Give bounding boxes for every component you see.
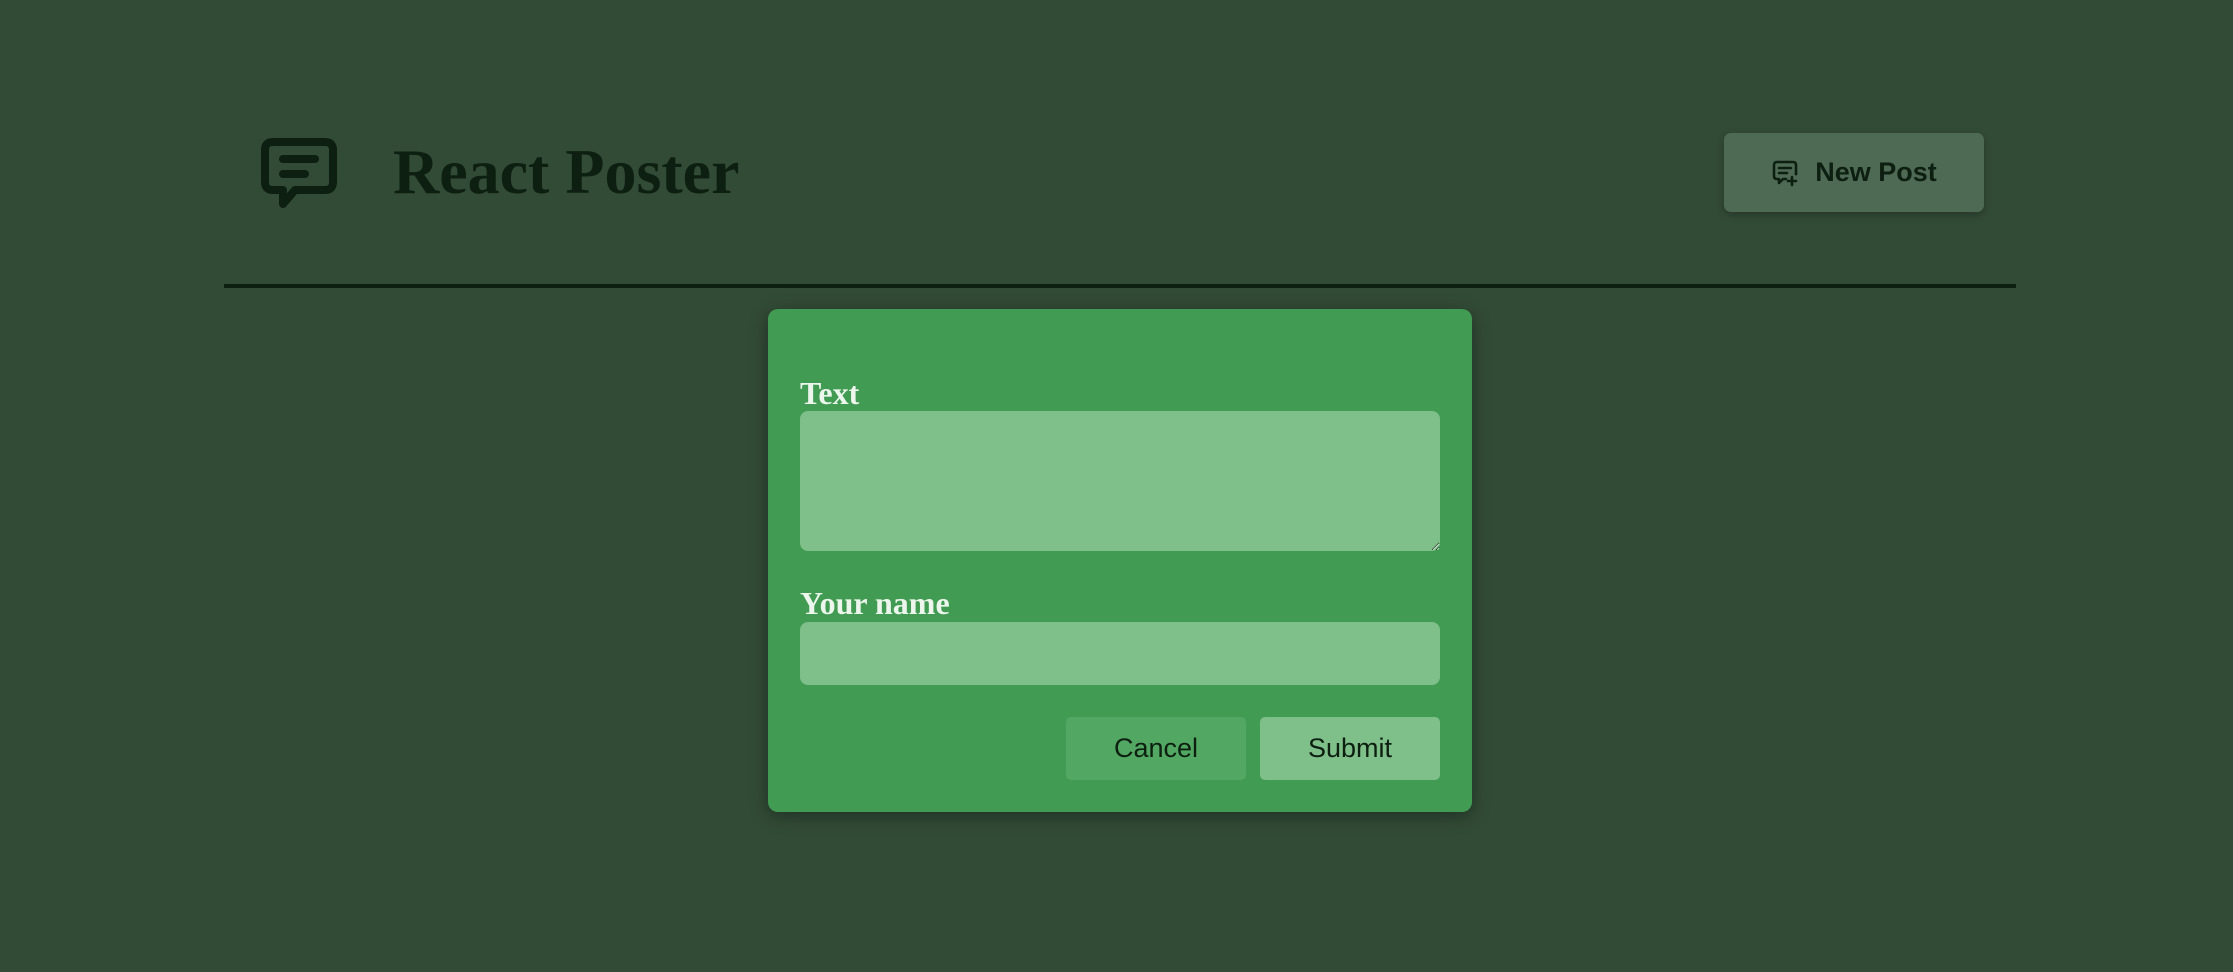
app-header: React Poster New Post — [224, 0, 2016, 288]
text-field-label: Text — [800, 375, 860, 411]
new-post-button[interactable]: New Post — [1724, 133, 1984, 212]
name-field-label: Your name — [800, 585, 950, 621]
chat-bubble-icon — [259, 136, 339, 212]
message-plus-icon — [1771, 159, 1799, 187]
author-name-input[interactable] — [800, 622, 1440, 685]
new-post-button-label: New Post — [1815, 157, 1937, 187]
cancel-button[interactable]: Cancel — [1066, 717, 1246, 780]
app-title: React Poster — [393, 136, 740, 207]
post-text-input[interactable] — [800, 411, 1440, 551]
submit-button[interactable]: Submit — [1260, 717, 1440, 780]
new-post-modal: Text Your name Cancel Submit — [768, 309, 1472, 812]
